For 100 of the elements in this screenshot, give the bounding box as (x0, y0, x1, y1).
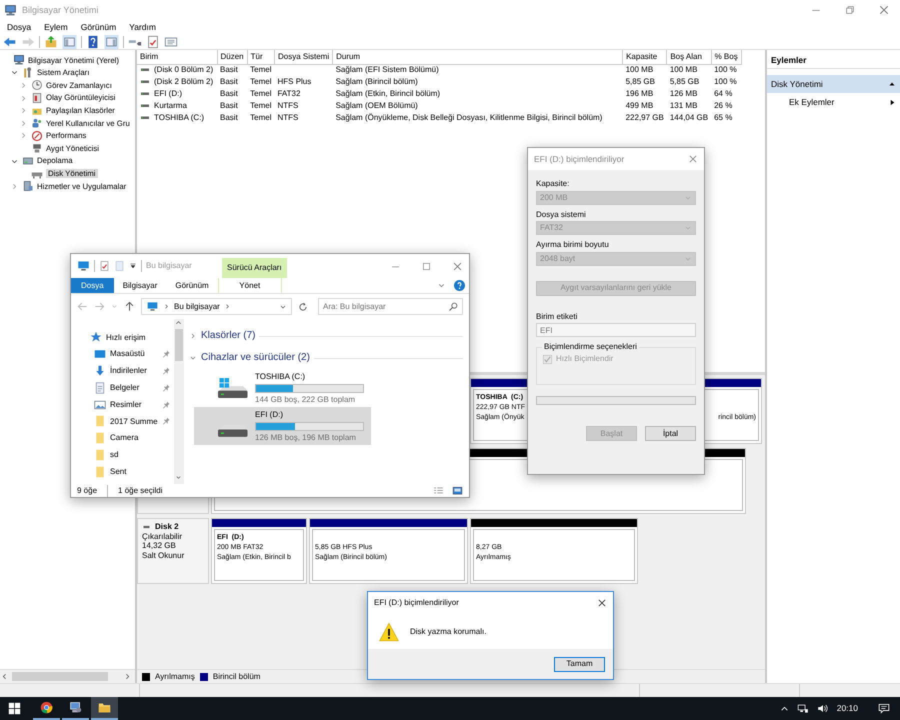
nav-item[interactable]: İndirilenler (71, 362, 174, 380)
action-section[interactable]: Disk Yönetimi (767, 75, 900, 94)
expanded-chevron-icon[interactable] (189, 354, 197, 362)
search-field[interactable]: Ara: Bu bilgisayar (318, 298, 463, 315)
text-field[interactable]: EFI (536, 323, 696, 338)
folder-icon (94, 466, 106, 478)
menu-item[interactable]: Görünüm (80, 22, 116, 32)
details-view-icon[interactable] (433, 486, 444, 496)
network-icon[interactable] (796, 703, 809, 714)
users-icon (31, 117, 43, 130)
chevron-up-icon[interactable] (780, 704, 789, 713)
table-cell-text: Sağlam (Birincil bölüm) (334, 76, 419, 88)
breadcrumb-chevron-icon[interactable] (163, 303, 170, 310)
list-icon[interactable] (164, 34, 178, 48)
group-header[interactable]: Klasörler (7) (201, 330, 256, 342)
column-header[interactable]: Düzen (217, 50, 248, 64)
volume-icon (140, 114, 150, 122)
pin-icon[interactable] (162, 366, 170, 375)
nav-item[interactable]: Hızlı erişim (71, 329, 174, 346)
restore-icon[interactable] (844, 4, 856, 16)
pin-icon[interactable] (162, 417, 170, 426)
menu-item[interactable]: Eylem (44, 22, 68, 32)
folder-up-icon[interactable] (44, 34, 58, 48)
checklist-icon[interactable] (146, 34, 160, 48)
column-header[interactable]: % Boş (711, 50, 742, 64)
maximize-icon[interactable] (421, 260, 432, 272)
start-icon[interactable] (8, 702, 21, 715)
address-bar[interactable]: Bu bilgisayar (141, 298, 292, 315)
menu-item[interactable]: Dosya (7, 22, 32, 32)
table-cell-text: Temel (249, 88, 272, 100)
pin-icon[interactable] (162, 384, 170, 392)
nav-item[interactable]: Resimler (71, 396, 174, 413)
pin-icon[interactable] (162, 350, 170, 358)
taskbar-button[interactable] (91, 697, 118, 720)
nav-item[interactable]: Belgeler (71, 379, 174, 396)
collapsed-chevron-icon[interactable] (189, 332, 197, 340)
column-header[interactable]: Boş Alan (666, 50, 712, 64)
clock[interactable]: 20:10 (836, 703, 858, 714)
action-item[interactable]: Ek Eylemler (789, 97, 834, 108)
checklist-icon[interactable] (99, 260, 110, 272)
ok-button[interactable]: Tamam (554, 656, 605, 672)
column-header[interactable]: Birim (137, 50, 217, 64)
group-header[interactable]: Cihazlar ve sürücüler (2) (201, 352, 310, 364)
legend-label: Ayrılmamış (155, 672, 195, 682)
scroll-down-icon[interactable] (175, 474, 182, 481)
volume-icon[interactable] (816, 703, 829, 714)
close-icon[interactable] (597, 598, 607, 608)
field-label: Dosya sistemi (536, 210, 587, 220)
tiles-view-icon[interactable] (452, 486, 463, 496)
computer-icon[interactable] (77, 260, 90, 272)
scrollbar[interactable] (174, 319, 184, 484)
drive-item[interactable]: EFI (D:) 126 MB boş, 196 MB toplam (194, 407, 371, 446)
table-cell-text: 126 MB (668, 88, 698, 100)
search-icon[interactable] (449, 302, 458, 311)
nav-item[interactable]: Camera (71, 430, 174, 447)
nav-item[interactable]: sd (71, 446, 174, 464)
table-cell-text: Basit (219, 100, 239, 112)
breadcrumb[interactable]: Bu bilgisayar (174, 302, 220, 312)
disk-info: 14,32 GB (142, 541, 177, 551)
drive-item[interactable]: TOSHIBA (C:) 144 GB boş, 222 GB toplam (194, 369, 371, 408)
warning-icon (378, 622, 400, 642)
nav-item[interactable]: 2017 Summe (71, 412, 174, 430)
panel-icon[interactable] (104, 34, 119, 48)
dialog-title: EFI (D:) biçimlendiriliyor (374, 598, 459, 608)
column-header[interactable]: Durum (332, 50, 623, 64)
up-arrow-icon[interactable] (124, 301, 135, 312)
ribbon-tab[interactable]: Dosya (71, 278, 114, 293)
nav-item[interactable]: Sent (71, 463, 174, 480)
table-cell-text: 65 % (713, 112, 734, 124)
nav-item[interactable]: Masaüstü (71, 346, 174, 363)
pin-icon[interactable] (162, 400, 170, 409)
nav-label: Resimler (110, 400, 142, 410)
dropdown-icon[interactable] (129, 262, 137, 270)
column-header[interactable]: Kapasite (622, 50, 667, 64)
table-cell: EFI (D:) (154, 89, 182, 99)
scroll-up-icon[interactable] (175, 319, 182, 326)
dialog-button[interactable]: İptal (645, 426, 696, 441)
collapse-icon[interactable] (888, 80, 896, 88)
computer-icon (69, 701, 82, 714)
ribbon-tab[interactable]: Yönet (218, 278, 282, 293)
services-icon (22, 180, 34, 192)
tools-icon (22, 66, 34, 79)
panel-icon[interactable] (62, 34, 77, 48)
refresh-icon[interactable] (298, 302, 308, 312)
nav-label: Sent (110, 466, 126, 477)
scrollbar-thumb[interactable] (174, 329, 183, 361)
table-cell: 100 MB (622, 64, 667, 76)
column-header[interactable]: Dosya Sistemi (274, 50, 333, 64)
breadcrumb-chevron-icon[interactable] (224, 303, 231, 310)
ribbon-tab[interactable]: Görünüm (166, 278, 218, 293)
help-icon[interactable] (454, 280, 465, 291)
column-header[interactable]: Tür (247, 50, 274, 64)
ribbon-tab[interactable]: Bilgisayar (114, 278, 166, 293)
disk-info: Salt Okunur (142, 550, 186, 560)
window-title: Bu bilgisayar (146, 261, 193, 271)
notification-icon[interactable] (878, 703, 890, 714)
help-icon[interactable] (86, 34, 100, 48)
scrollbar[interactable] (0, 669, 135, 683)
storage-icon (22, 155, 34, 168)
menu-item[interactable]: Yardım (129, 22, 156, 32)
